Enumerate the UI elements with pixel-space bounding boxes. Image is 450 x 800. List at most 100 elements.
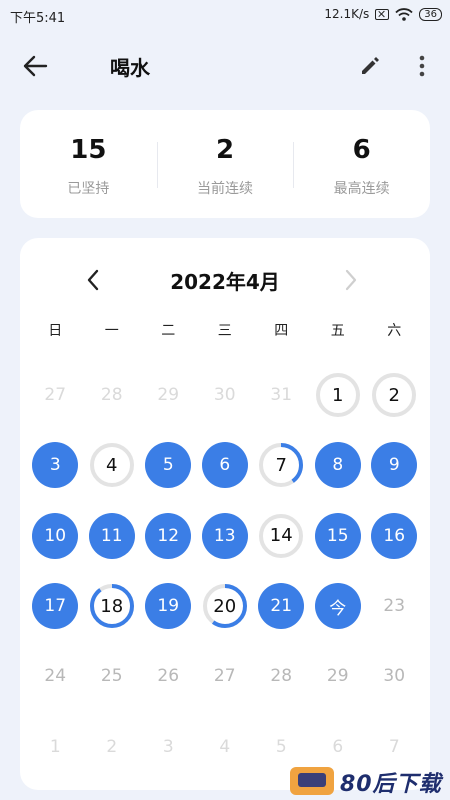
- status-bar: 下午5:41 12.1K/s 36: [0, 0, 450, 30]
- day-label: 31: [270, 385, 293, 406]
- day-cell: 30: [202, 372, 248, 418]
- day-completed[interactable]: 12: [145, 512, 192, 559]
- calendar-cell: 6: [197, 430, 254, 500]
- day-completed[interactable]: 今: [314, 583, 361, 630]
- stat-current-streak: 2 当前连续: [156, 110, 294, 218]
- day-label: 16: [383, 525, 406, 546]
- calendar-cell: 今: [310, 571, 367, 641]
- day-cell[interactable]: 28: [258, 653, 304, 699]
- calendar-cell: 27: [197, 641, 254, 711]
- day-completed[interactable]: 17: [32, 583, 79, 630]
- day-completed[interactable]: 21: [258, 583, 305, 630]
- calendar-cell: 28: [253, 641, 310, 711]
- day-label: 6: [332, 736, 344, 757]
- day-completed[interactable]: 15: [314, 512, 361, 559]
- back-button[interactable]: [18, 50, 52, 82]
- day-in-progress[interactable]: 14: [258, 513, 304, 559]
- day-label: 17: [44, 596, 67, 617]
- day-cell[interactable]: 25: [89, 653, 135, 699]
- wifi-icon: [395, 7, 413, 21]
- day-cell: 6: [315, 724, 361, 770]
- weekday-label: 四: [274, 323, 289, 339]
- more-options-button[interactable]: [412, 50, 432, 82]
- weekday-header: 日 一 二 三 四 五 六: [27, 320, 423, 340]
- day-label: 21: [270, 596, 293, 617]
- day-in-progress[interactable]: 1: [315, 372, 361, 418]
- calendar-cell: 18: [84, 571, 141, 641]
- day-cell[interactable]: 27: [202, 653, 248, 699]
- day-cell: 4: [202, 724, 248, 770]
- day-cell[interactable]: 23: [371, 583, 417, 629]
- day-label: 23: [383, 596, 406, 617]
- day-completed[interactable]: 6: [201, 442, 248, 489]
- day-label: 28: [100, 385, 123, 406]
- calendar-cell: 1: [310, 360, 367, 430]
- network-speed: 12.1K/s: [324, 7, 370, 21]
- day-completed[interactable]: 5: [145, 442, 192, 489]
- day-completed[interactable]: 10: [32, 512, 79, 559]
- day-label: 11: [100, 525, 123, 546]
- calendar-card: 2022年4月 日 一 二 三 四 五 六 27 28 29 30 31 1 2 3 4 5 6 7 8…: [20, 238, 430, 790]
- day-label: 27: [213, 666, 236, 687]
- day-label: 3: [49, 455, 61, 476]
- day-completed[interactable]: 11: [88, 512, 135, 559]
- day-completed[interactable]: 19: [145, 583, 192, 630]
- day-in-progress[interactable]: 20: [202, 583, 248, 629]
- calendar-cell: 5: [140, 430, 197, 500]
- more-vertical-icon: [419, 55, 425, 77]
- watermark-logo: 80后下载: [290, 764, 450, 798]
- day-label: 27: [44, 385, 67, 406]
- calendar-cell: 12: [140, 501, 197, 571]
- day-completed[interactable]: 8: [314, 442, 361, 489]
- day-label: 29: [157, 385, 180, 406]
- calendar-cell: 13: [197, 501, 254, 571]
- day-completed[interactable]: 9: [371, 442, 418, 489]
- calendar-grid: 27 28 29 30 31 1 2 3 4 5 6 7 8 9 10 11 12 13 14 15 16 17 18 19 2…: [27, 360, 423, 782]
- status-time: 下午5:41: [10, 11, 66, 26]
- calendar-cell: 21: [253, 571, 310, 641]
- day-in-progress[interactable]: 18: [89, 583, 135, 629]
- next-month-button[interactable]: [336, 264, 366, 296]
- calendar-cell: 1: [27, 711, 84, 781]
- day-cell: 27: [32, 372, 78, 418]
- day-completed[interactable]: 16: [371, 512, 418, 559]
- day-label: 7: [275, 454, 287, 476]
- month-title: 2022年4月: [170, 270, 280, 294]
- calendar-cell: 19: [140, 571, 197, 641]
- edit-button[interactable]: [356, 52, 384, 80]
- calendar-cell: 11: [84, 501, 141, 571]
- day-cell[interactable]: 24: [32, 653, 78, 699]
- chevron-right-icon: [345, 269, 357, 291]
- day-label: 2: [388, 384, 400, 406]
- day-cell[interactable]: 26: [145, 653, 191, 699]
- day-cell: 2: [89, 724, 135, 770]
- day-cell: 28: [89, 372, 135, 418]
- calendar-cell: 20: [197, 571, 254, 641]
- day-label: 15: [326, 525, 349, 546]
- day-completed[interactable]: 13: [201, 512, 248, 559]
- day-cell: 3: [145, 724, 191, 770]
- day-completed[interactable]: 3: [32, 442, 79, 489]
- weekday-label: 日: [48, 323, 63, 339]
- day-label: 4: [106, 454, 118, 476]
- day-label: 9: [388, 455, 400, 476]
- day-label: 1: [49, 736, 61, 757]
- day-label: 24: [44, 666, 67, 687]
- day-in-progress[interactable]: 2: [371, 372, 417, 418]
- weekday-label: 五: [330, 323, 345, 339]
- calendar-cell: 25: [84, 641, 141, 711]
- day-label: 30: [383, 666, 406, 687]
- day-cell[interactable]: 29: [315, 653, 361, 699]
- day-label: 3: [162, 736, 174, 757]
- day-label: 7: [388, 736, 400, 757]
- month-navigation: 2022年4月: [20, 260, 430, 300]
- calendar-cell: 3: [27, 430, 84, 500]
- calendar-cell: 10: [27, 501, 84, 571]
- day-in-progress[interactable]: 4: [89, 442, 135, 488]
- calendar-cell: 3: [140, 711, 197, 781]
- stat-value: 6: [352, 135, 371, 165]
- day-cell[interactable]: 30: [371, 653, 417, 699]
- day-in-progress[interactable]: 7: [258, 442, 304, 488]
- calendar-cell: 30: [366, 641, 423, 711]
- day-label: 28: [270, 666, 293, 687]
